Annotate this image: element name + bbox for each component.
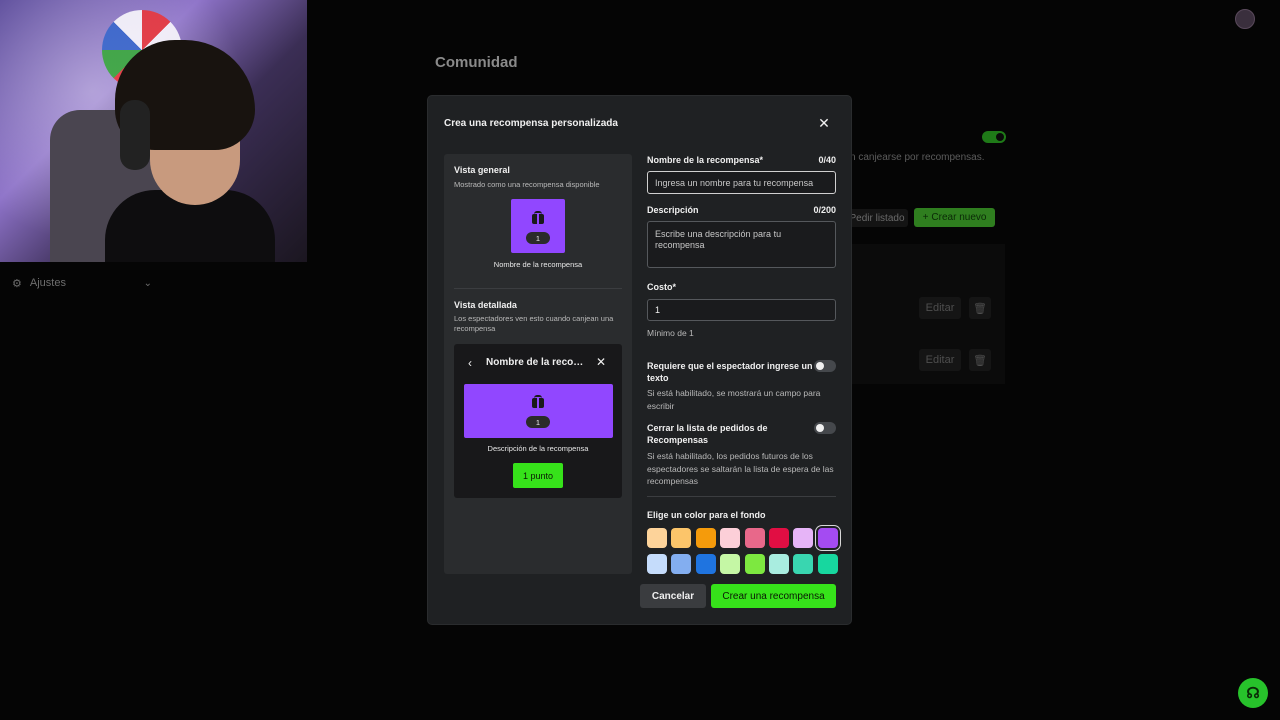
page-title: Comunidad [435, 54, 518, 71]
rewards-enabled-toggle[interactable] [982, 131, 1006, 143]
description-label: Descripción [647, 205, 699, 215]
sidebar-item-settings[interactable]: ⚙ Ajustes ⌄ [12, 276, 152, 290]
avatar[interactable] [1235, 9, 1255, 29]
chevron-down-icon: ⌄ [143, 277, 152, 289]
color-swatch[interactable] [817, 528, 838, 548]
sidebar-item-label: Ajustes [29, 277, 66, 289]
color-swatch[interactable] [671, 554, 692, 574]
description-counter: 0/200 [813, 205, 836, 215]
trash-icon[interactable]: 🗑 [969, 297, 991, 319]
reward-detail-card: ‹ Nombre de la recompensa ✕ 1 Descripció… [454, 344, 622, 498]
rewards-description: n canjearse por recompensas. [850, 152, 985, 163]
trash-icon[interactable]: 🗑 [969, 349, 991, 371]
require-text-label: Requiere que el espectador ingrese un te… [647, 361, 813, 383]
color-swatch[interactable] [793, 554, 814, 574]
require-text-help: Si está habilitado, se mostrará un campo… [647, 388, 821, 411]
modal-title: Crea una recompensa personalizada [444, 118, 618, 129]
color-swatch[interactable] [647, 554, 667, 574]
detail-view-title: Vista detallada [454, 300, 517, 310]
request-list-button[interactable]: Pedir listado [846, 209, 908, 227]
detail-view-subtitle: Los espectadores ven esto cuando canjean… [454, 314, 614, 333]
cost-hint: Mínimo de 1 [647, 328, 694, 338]
create-reward-modal: Crea una recompensa personalizada ✕ Vist… [428, 96, 851, 624]
create-new-button[interactable]: + Crear nuevo [914, 208, 995, 227]
reward-tile-preview: 1 [511, 199, 565, 253]
color-swatch[interactable] [695, 554, 716, 574]
color-swatch[interactable] [793, 528, 814, 548]
close-icon[interactable]: ✕ [816, 115, 832, 131]
help-headset-icon[interactable]: ☊ [1238, 678, 1268, 708]
reward-card-description: Descripción de la recompensa [487, 444, 589, 453]
reward-tile-name: Nombre de la recompensa [493, 260, 583, 269]
gear-icon: ⚙ [12, 277, 22, 290]
cost-input[interactable] [647, 299, 836, 321]
page: Comunidad ⚙ Ajustes ⌄ n canjearse por re… [0, 0, 1280, 720]
color-swatch[interactable] [769, 554, 789, 574]
color-swatch[interactable] [744, 528, 765, 548]
reward-name-label: Nombre de la recompensa* [647, 155, 764, 165]
redeem-points-button: 1 punto [513, 463, 563, 488]
close-queue-toggle[interactable] [814, 422, 836, 434]
webcam-overlay [0, 0, 307, 262]
divider [647, 496, 836, 497]
reward-preview-panel: Vista general Mostrado como una recompen… [444, 154, 632, 574]
cost-label: Costo* [647, 282, 676, 292]
color-swatch[interactable] [769, 528, 789, 548]
general-view-subtitle: Mostrado como una recompensa disponible [454, 180, 600, 189]
general-view-title: Vista general [454, 165, 510, 175]
color-swatch[interactable] [744, 554, 765, 574]
color-swatch[interactable] [720, 528, 741, 548]
gift-icon [532, 211, 544, 224]
edit-button[interactable]: Editar [919, 349, 961, 371]
cancel-button[interactable]: Cancelar [640, 584, 706, 608]
background-color-label: Elige un color para el fondo [647, 510, 766, 520]
back-arrow-icon: ‹ [468, 356, 472, 370]
divider [454, 288, 622, 289]
close-queue-help: Si está habilitado, los pedidos futuros … [647, 451, 834, 486]
reward-cost-pill: 1 [526, 232, 550, 244]
streamer [105, 40, 275, 262]
reward-cost-pill: 1 [526, 416, 550, 428]
gift-icon [532, 395, 544, 408]
reward-card-title: Nombre de la recompensa [486, 357, 590, 368]
headset [120, 100, 150, 170]
reward-name-counter: 0/40 [818, 155, 836, 165]
description-input[interactable] [647, 221, 836, 268]
require-text-toggle[interactable] [814, 360, 836, 372]
color-swatch[interactable] [720, 554, 741, 574]
edit-button[interactable]: Editar [919, 297, 961, 319]
plus-icon: + [922, 212, 929, 223]
close-queue-label: Cerrar la lista de pedidos de Recompensa… [647, 423, 768, 445]
color-swatch[interactable] [695, 528, 716, 548]
create-new-label: Crear nuevo [931, 212, 987, 223]
reward-name-input[interactable] [647, 171, 836, 194]
close-icon: ✕ [596, 355, 607, 369]
color-swatch[interactable] [647, 528, 667, 548]
color-swatch[interactable] [671, 528, 692, 548]
create-reward-button[interactable]: Crear una recompensa [711, 584, 836, 608]
reward-card-banner: 1 [464, 384, 613, 438]
color-swatch[interactable] [817, 554, 838, 574]
